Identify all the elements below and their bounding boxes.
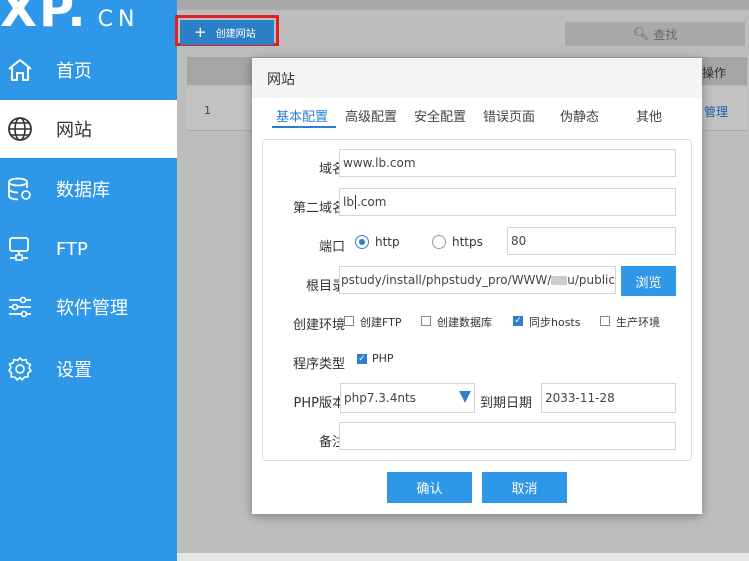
dialog-title: 网站	[267, 72, 295, 88]
sidebar-item-settings[interactable]: 设置	[0, 340, 177, 398]
program-type-label: 程序类型	[292, 357, 345, 372]
manage-link[interactable]: 管理	[704, 103, 728, 120]
text-cursor	[354, 195, 356, 209]
sidebar-item-software[interactable]: 软件管理	[0, 278, 177, 336]
form-panel: 域名 www.lb.com 第二域名 lb .com 端口 http https …	[262, 139, 692, 461]
second-domain-input[interactable]: lb .com	[339, 188, 676, 216]
search-button[interactable]: 🔍︎ 查找	[565, 22, 745, 46]
port-label: 端口	[318, 240, 345, 255]
home-icon	[8, 59, 32, 81]
http-label: http	[375, 235, 400, 249]
sidebar-item-website[interactable]: 网站	[0, 100, 177, 158]
php-version-select[interactable]: php7.3.4nts	[340, 383, 475, 413]
root-dir-input[interactable]: pstudy/install/phpstudy_pro/WWW/u/public	[339, 266, 616, 294]
top-bar	[177, 0, 749, 10]
search-label: 查找	[653, 27, 678, 42]
chevron-down-icon	[459, 391, 471, 403]
expire-label: 到期日期	[480, 396, 533, 411]
create-db-checkbox[interactable]	[421, 316, 431, 326]
server-icon	[9, 237, 29, 261]
production-label: 生产环境	[616, 316, 660, 329]
expire-date-input[interactable]: 2033-11-28	[541, 383, 676, 413]
plus-icon: +	[194, 23, 207, 41]
search-icon: 🔍︎	[632, 26, 650, 42]
tab-advanced[interactable]: 高级配置	[345, 106, 397, 125]
tab-security[interactable]: 安全配置	[414, 106, 466, 125]
https-label: https	[452, 235, 483, 249]
production-checkbox[interactable]	[600, 316, 610, 326]
php-version-value: php7.3.4nts	[344, 391, 416, 405]
root-dir-text: pstudy/install/phpstudy_pro/WWW/	[341, 273, 552, 287]
bottom-strip	[177, 553, 749, 561]
php-version-label: PHP版本	[293, 396, 345, 411]
second-domain-text: lb	[343, 195, 354, 209]
sidebar-item-label: FTP	[56, 238, 88, 260]
create-website-label: 创建网站	[215, 29, 256, 40]
website-dialog: 网站 基本配置 高级配置 安全配置 错误页面 伪静态 其他 域名 www.lb.…	[252, 58, 702, 514]
sidebar-item-label: 设置	[56, 360, 92, 381]
create-ftp-checkbox[interactable]	[344, 316, 354, 326]
https-radio[interactable]	[432, 235, 446, 249]
sidebar-item-ftp[interactable]: FTP	[0, 220, 177, 278]
sidebar-item-label: 数据库	[56, 180, 110, 201]
create-ftp-label: 创建FTP	[360, 316, 402, 329]
dialog-titlebar: 网站	[252, 58, 702, 98]
http-radio[interactable]	[355, 235, 369, 249]
row-index: 1	[204, 104, 211, 117]
cancel-button[interactable]: 取消	[482, 472, 567, 503]
column-header-ops: 操作	[702, 66, 727, 80]
sidebar-item-label: 软件管理	[56, 298, 128, 319]
root-dir-text-rest: u/public	[567, 273, 615, 287]
gear-icon	[8, 357, 32, 381]
logo: XP. CN	[0, 0, 140, 38]
tab-basic[interactable]: 基本配置	[276, 106, 328, 125]
sidebar-item-home[interactable]: 首页	[0, 41, 177, 99]
redacted-block	[551, 275, 568, 285]
sidebar: XP. CN 首页 网站 数据库 FTP 软件管理 设置	[0, 0, 177, 561]
tab-rewrite[interactable]: 伪静态	[560, 106, 599, 125]
sync-hosts-label: 同步hosts	[529, 316, 581, 329]
sync-hosts-checkbox[interactable]: ✓	[513, 316, 523, 326]
confirm-button[interactable]: 确认	[387, 472, 472, 503]
env-label: 创建环境	[292, 318, 345, 333]
php-label: PHP	[372, 352, 394, 365]
create-db-label: 创建数据库	[437, 316, 492, 329]
browse-button[interactable]: 浏览	[621, 266, 676, 296]
sidebar-item-label: 网站	[56, 120, 92, 141]
note-input[interactable]	[339, 422, 676, 450]
port-input[interactable]: 80	[507, 227, 676, 255]
database-icon	[8, 177, 31, 201]
php-checkbox[interactable]: ✓	[357, 354, 367, 364]
second-domain-label: 第二域名	[292, 201, 345, 216]
second-domain-text-rest: .com	[356, 195, 387, 209]
active-tab-indicator	[272, 126, 336, 128]
tab-other[interactable]: 其他	[636, 106, 662, 125]
sidebar-item-label: 首页	[56, 61, 92, 82]
domain-input[interactable]: www.lb.com	[339, 149, 676, 177]
logo-domain: CN	[97, 7, 140, 32]
tab-error-pages[interactable]: 错误页面	[483, 106, 535, 125]
create-website-button[interactable]: + 创建网站	[180, 20, 274, 45]
sidebar-item-database[interactable]: 数据库	[0, 160, 177, 218]
sliders-icon	[9, 296, 31, 318]
globe-icon	[8, 117, 32, 141]
logo-text: XP.	[0, 0, 88, 38]
